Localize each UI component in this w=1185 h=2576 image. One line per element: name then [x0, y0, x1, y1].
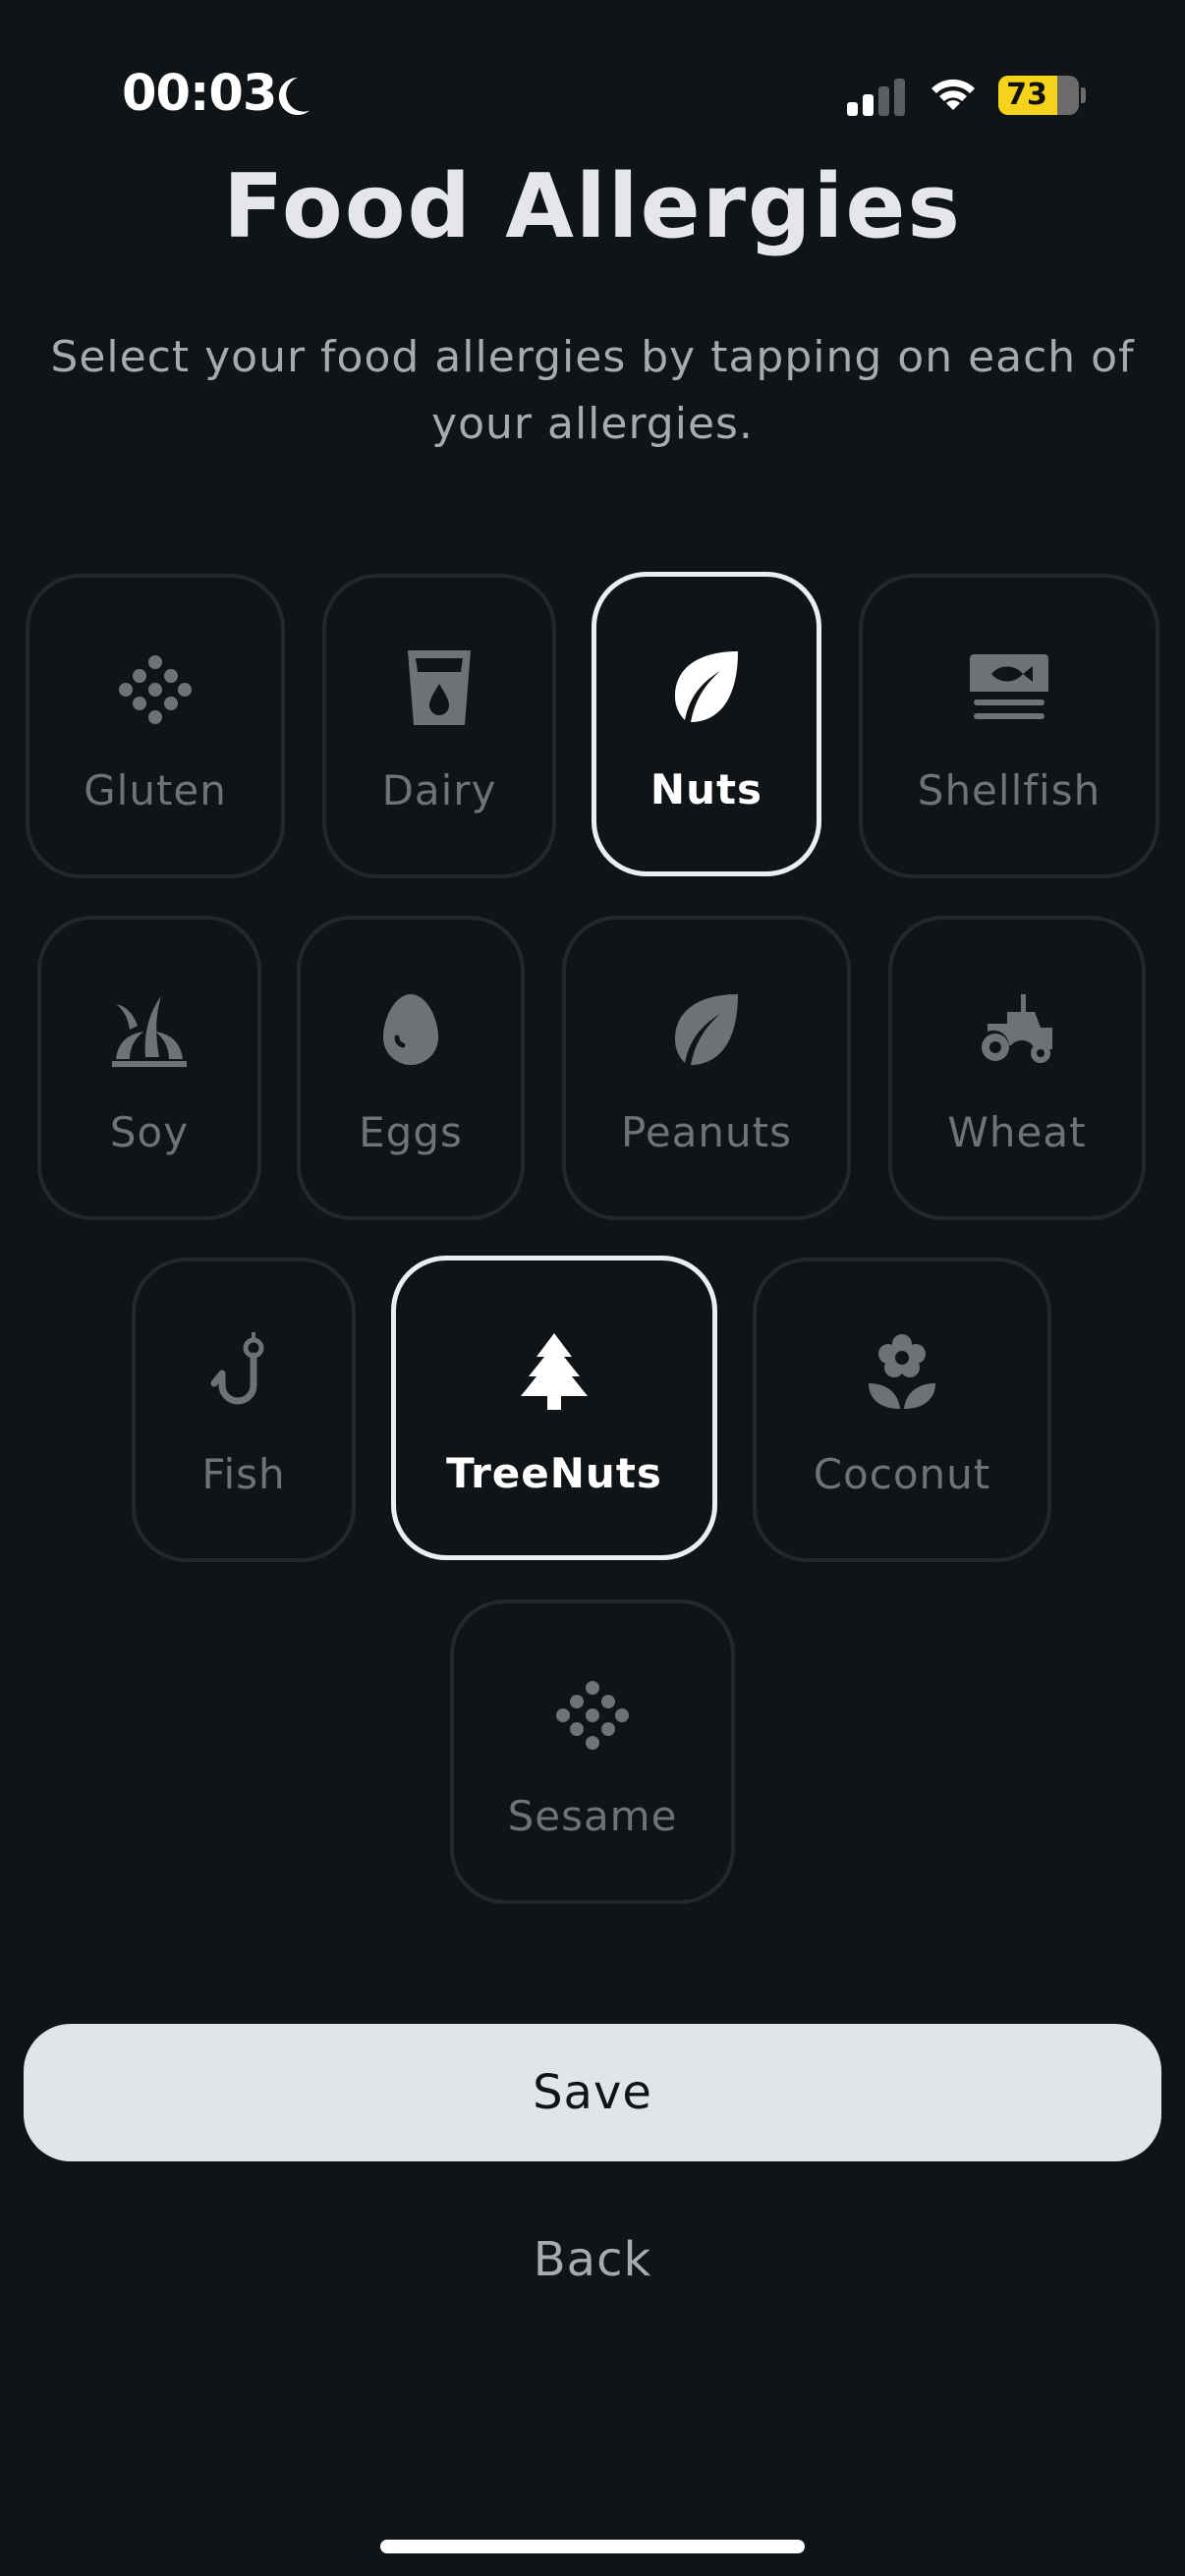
allergy-label: Gluten: [84, 766, 227, 814]
allergy-tile-sesame[interactable]: Sesame: [450, 1599, 735, 1904]
milk-glass-icon: [408, 650, 471, 725]
sprout-icon: [112, 996, 187, 1067]
allergy-label: Sesame: [507, 1792, 678, 1840]
allergy-tile-nuts[interactable]: Nuts: [592, 572, 821, 876]
leaf-icon: [675, 651, 738, 722]
allergy-tile-gluten[interactable]: Gluten: [26, 574, 285, 878]
food-allergies-screen: 00:03 73 Food Allergies Select your food…: [0, 0, 1185, 2576]
tree-icon: [521, 1333, 588, 1410]
allergy-tile-wheat[interactable]: Wheat: [888, 916, 1146, 1220]
allergy-label: Eggs: [359, 1108, 463, 1156]
seed-dots-icon: [556, 1681, 629, 1750]
allergy-label: Shellfish: [917, 766, 1101, 814]
allergy-label: Peanuts: [621, 1108, 792, 1156]
battery-icon: 73: [998, 76, 1079, 115]
leaf-icon: [675, 994, 738, 1065]
allergy-tile-soy[interactable]: Soy: [37, 916, 261, 1220]
battery-cap: [1081, 87, 1086, 103]
allergy-tile-fish[interactable]: Fish: [132, 1258, 356, 1562]
allergy-tile-shellfish[interactable]: Shellfish: [859, 574, 1159, 878]
page-subtitle: Select your food allergies by tapping on…: [50, 332, 1135, 449]
status-time: 00:03: [122, 65, 277, 123]
allergy-label: Dairy: [381, 766, 497, 814]
back-button[interactable]: Back: [396, 2220, 789, 2299]
allergy-tile-eggs[interactable]: Eggs: [297, 916, 525, 1220]
allergy-tile-coconut[interactable]: Coconut: [753, 1258, 1051, 1562]
home-indicator: [380, 2540, 805, 2553]
save-button[interactable]: Save: [24, 2024, 1161, 2161]
allergy-label: Fish: [201, 1450, 286, 1498]
fish-tin-icon: [970, 654, 1048, 719]
flower-icon: [869, 1334, 935, 1409]
moon-icon: [278, 77, 310, 115]
allergy-label: Coconut: [813, 1450, 991, 1498]
battery-percent: 73: [1006, 78, 1047, 112]
egg-icon: [383, 994, 438, 1065]
fish-hook-icon: [210, 1332, 264, 1405]
allergy-label: TreeNuts: [446, 1449, 662, 1497]
signal-icon: [847, 79, 905, 116]
allergy-tile-dairy[interactable]: Dairy: [322, 574, 556, 878]
allergy-label: Nuts: [649, 765, 763, 813]
tractor-icon: [982, 994, 1052, 1063]
allergy-tile-peanuts[interactable]: Peanuts: [562, 916, 851, 1220]
allergy-label: Wheat: [947, 1108, 1087, 1156]
page-title: Food Allergies: [223, 155, 962, 258]
allergy-label: Soy: [109, 1108, 190, 1156]
allergy-tile-treenuts[interactable]: TreeNuts: [391, 1256, 717, 1560]
wifi-icon: [931, 79, 975, 110]
grain-dots-icon: [119, 655, 192, 724]
